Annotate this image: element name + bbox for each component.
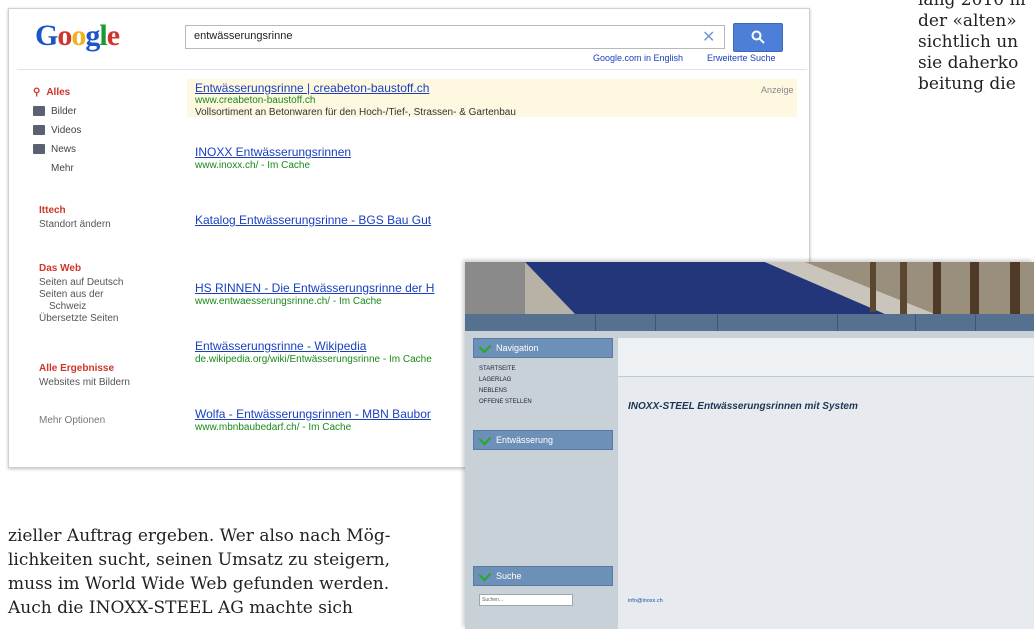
sidebar-item-all[interactable]: ⚲ Alles bbox=[33, 87, 70, 98]
sidebar-box-heading: Suche bbox=[473, 566, 613, 586]
web-option[interactable]: Übersetzte Seiten bbox=[39, 313, 119, 325]
nav-item[interactable] bbox=[655, 314, 718, 331]
web-option[interactable]: Schweiz bbox=[49, 301, 86, 313]
nav-item[interactable] bbox=[837, 314, 916, 331]
more-options-link[interactable]: Mehr Optionen bbox=[39, 415, 105, 427]
close-icon[interactable]: ✕ bbox=[702, 27, 715, 47]
text-line: zieller Auftrag ergeben. Wer also nach M… bbox=[8, 526, 391, 546]
text-line: sie daherko bbox=[918, 53, 1019, 73]
sidebar-item-images[interactable]: Bilder bbox=[33, 106, 77, 117]
text-line: lang 2010 m bbox=[918, 0, 1026, 10]
web-option[interactable]: Seiten auf Deutsch bbox=[39, 277, 124, 289]
news-icon bbox=[33, 144, 45, 155]
video-icon bbox=[33, 125, 45, 136]
result-title[interactable]: HS RINNEN - Die Entwässerungsrinne der H bbox=[195, 281, 434, 295]
sidebar-item-news[interactable]: News bbox=[33, 144, 76, 155]
sidebar-box-search: Suche Suchen... bbox=[473, 566, 613, 606]
sidebar-item-more[interactable]: Mehr bbox=[51, 163, 74, 174]
sidebar-box-navigation: Navigation STARTSEITE LAGERLAG NEBLENS O… bbox=[473, 338, 613, 408]
sidebar-box-entwaesserung: Entwässerung bbox=[473, 430, 613, 456]
sidebar-link[interactable]: NEBLENS bbox=[473, 386, 613, 397]
text-line: sichtlich un bbox=[918, 32, 1019, 52]
english-link[interactable]: Google.com in English bbox=[593, 53, 683, 63]
change-location-link[interactable]: Standort ändern bbox=[39, 219, 111, 231]
sidebar-link[interactable]: OFFENE STELLEN bbox=[473, 397, 613, 408]
all-results-heading: Alle Ergebnisse bbox=[39, 363, 115, 374]
google-logo[interactable]: Google bbox=[35, 19, 120, 53]
location-heading: Ittech bbox=[39, 205, 66, 216]
ad-label: Anzeige bbox=[761, 85, 794, 95]
web-option[interactable]: Seiten aus der bbox=[39, 289, 104, 301]
bottom-body-text: zieller Auftrag ergeben. Wer also nach M… bbox=[8, 524, 390, 620]
search-icon bbox=[751, 30, 765, 44]
search-button[interactable] bbox=[733, 23, 783, 52]
sidebar-link[interactable]: STARTSEITE bbox=[473, 364, 613, 375]
result-title[interactable]: Entwässerungsrinne - Wikipedia bbox=[195, 339, 366, 353]
search-input[interactable]: Suchen... bbox=[479, 594, 573, 606]
search-input[interactable]: entwässerungsrinne bbox=[185, 25, 725, 49]
result-url: www.inoxx.ch/ - Im Cache bbox=[195, 160, 311, 171]
nav-item[interactable] bbox=[717, 314, 838, 331]
divider bbox=[17, 69, 807, 70]
result-url: www.entwaesserungsrinne.ch/ - Im Cache bbox=[195, 296, 382, 307]
text-line: muss im World Wide Web gefunden werden. bbox=[8, 574, 390, 594]
result-url: de.wikipedia.org/wiki/Entwässerungsrinne… bbox=[195, 354, 432, 365]
sidebar-box-heading: Navigation bbox=[473, 338, 613, 358]
sidebar-box-heading: Entwässerung bbox=[473, 430, 613, 450]
advanced-search-link[interactable]: Erweiterte Suche bbox=[707, 53, 776, 63]
breadcrumb-bar bbox=[618, 338, 1034, 377]
websites-with-images-link[interactable]: Websites mit Bildern bbox=[39, 377, 130, 389]
text-line: beitung die bbox=[918, 74, 1016, 94]
camera-icon bbox=[33, 106, 45, 117]
result-snippet: Vollsortiment an Betonwaren für den Hoch… bbox=[195, 107, 516, 118]
result-url: www.creabeton-baustoff.ch bbox=[195, 95, 316, 106]
result-url: www.mbnbaubedarf.ch/ - Im Cache bbox=[195, 422, 352, 433]
sidebar-item-videos[interactable]: Videos bbox=[33, 125, 81, 136]
nav-item[interactable] bbox=[915, 314, 976, 331]
web-heading: Das Web bbox=[39, 263, 82, 274]
result-title[interactable]: Entwässerungsrinne | creabeton-baustoff.… bbox=[195, 81, 429, 95]
page-title: INOXX-STEEL Entwässerungsrinnen mit Syst… bbox=[628, 401, 858, 412]
text-line: der «alten» bbox=[918, 11, 1017, 31]
nav-item[interactable] bbox=[595, 314, 656, 331]
email-link[interactable]: info@inoxx.ch bbox=[628, 598, 1028, 605]
hero-image bbox=[465, 262, 1034, 314]
result-title[interactable]: INOXX Entwässerungsrinnen bbox=[195, 145, 351, 159]
result-title[interactable]: Katalog Entwässerungsrinne - BGS Bau Gut bbox=[195, 213, 431, 227]
result-title[interactable]: Wolfa - Entwässerungsrinnen - MBN Baubor bbox=[195, 407, 431, 421]
text-line: lichkeiten sucht, seinen Umsatz zu steig… bbox=[8, 550, 391, 570]
text-line: Auch die INOXX-STEEL AG machte sich bbox=[8, 598, 353, 618]
nav-item[interactable] bbox=[525, 314, 596, 331]
inoxx-website-screenshot: Navigation STARTSEITE LAGERLAG NEBLENS O… bbox=[465, 262, 1034, 629]
main-content bbox=[618, 338, 1034, 629]
right-column-text: lang 2010 m der «alten» sichtlich un sie… bbox=[918, 0, 1026, 95]
sidebar-link[interactable]: LAGERLAG bbox=[473, 375, 613, 386]
